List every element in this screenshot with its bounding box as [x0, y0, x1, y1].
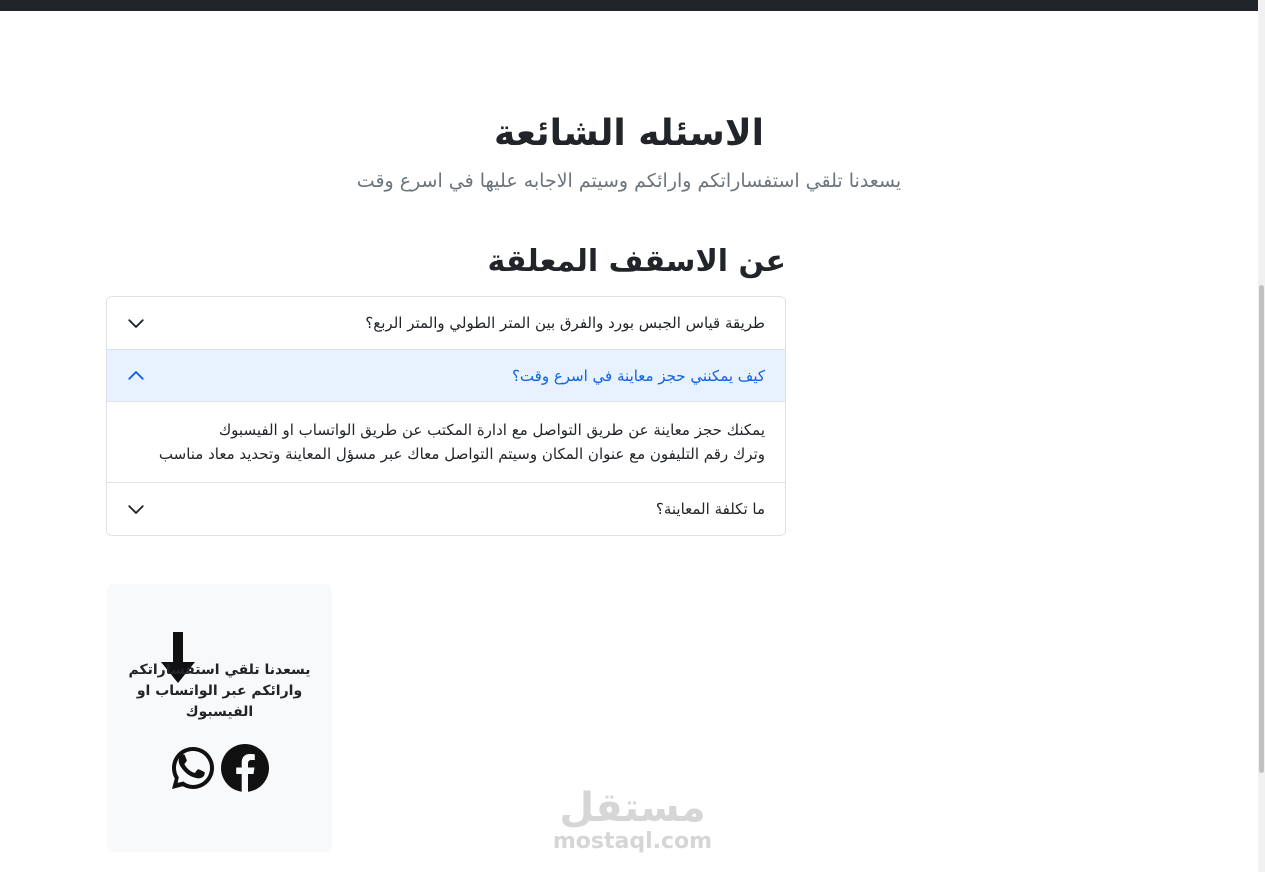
- facebook-icon[interactable]: [221, 744, 269, 792]
- faq-question: ما تكلفة المعاينة؟: [655, 500, 765, 518]
- faq-toggle-measurement[interactable]: طريقة قياس الجبس بورد والفرق بين المتر ا…: [107, 297, 785, 349]
- faq-item-cost: ما تكلفة المعاينة؟: [107, 482, 785, 535]
- chevron-down-icon: [128, 319, 144, 328]
- watermark-arabic: مستقل: [559, 785, 706, 831]
- chevron-down-icon: [128, 505, 144, 514]
- whatsapp-icon[interactable]: [169, 744, 217, 792]
- scrollbar-thumb[interactable]: [1259, 285, 1264, 773]
- faq-answer-line: وترك رقم التليفون مع عنوان المكان وسيتم …: [158, 445, 765, 463]
- faq-toggle-booking[interactable]: كيف يمكنني حجز معاينة في اسرع وقت؟: [107, 350, 785, 402]
- social-links: [169, 744, 269, 792]
- faq-toggle-cost[interactable]: ما تكلفة المعاينة؟: [107, 483, 785, 535]
- faq-question: طريقة قياس الجبس بورد والفرق بين المتر ا…: [365, 314, 765, 332]
- watermark-latin: mostaql.com: [552, 829, 713, 854]
- top-nav-bar: [0, 0, 1258, 11]
- faq-item-booking: كيف يمكنني حجز معاينة في اسرع وقت؟ يمكنك…: [107, 349, 785, 482]
- chevron-up-icon: [128, 370, 144, 380]
- faq-accordion: طريقة قياس الجبس بورد والفرق بين المتر ا…: [106, 296, 786, 536]
- section-heading: عن الاسقف المعلقة: [487, 244, 786, 279]
- page-subtitle: يسعدنا تلقي استفساراتكم وارائكم وسيتم ال…: [356, 170, 902, 192]
- contact-card: يسعدنا تلقي استفساراتكم وارائكم عبر الوا…: [107, 584, 332, 852]
- faq-item-measurement: طريقة قياس الجبس بورد والفرق بين المتر ا…: [107, 297, 785, 349]
- mostaql-watermark: مستقل mostaql.com: [540, 786, 725, 854]
- contact-prompt: يسعدنا تلقي استفساراتكم وارائكم عبر الوا…: [128, 662, 311, 720]
- page-scrollbar[interactable]: [1258, 0, 1265, 872]
- faq-answer: يمكنك حجز معاينة عن طريق التواصل مع ادار…: [107, 402, 785, 482]
- page-title: الاسئله الشائعة: [494, 113, 764, 154]
- faq-question: كيف يمكنني حجز معاينة في اسرع وقت؟: [511, 366, 765, 385]
- faq-answer-line: يمكنك حجز معاينة عن طريق التواصل مع ادار…: [218, 421, 765, 439]
